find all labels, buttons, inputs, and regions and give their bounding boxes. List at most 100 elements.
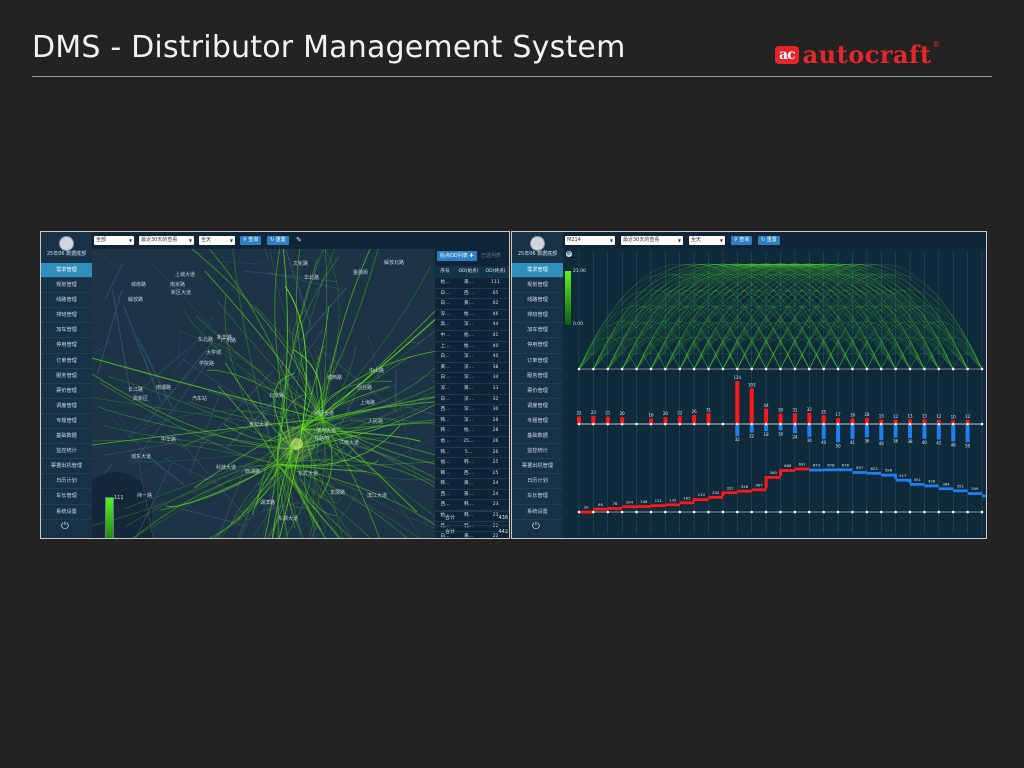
- sidebar-item[interactable]: 日历计划: [512, 474, 563, 490]
- table-row[interactable]: 深... 黄... 33: [435, 384, 509, 395]
- sidebar-item[interactable]: 停用管理: [41, 338, 92, 354]
- sidebar-item[interactable]: 票据出机管理: [512, 459, 563, 475]
- table-row[interactable]: 高... 深... 44: [435, 320, 509, 331]
- map-street-label: 东方大道: [298, 471, 319, 477]
- col-destination[interactable]: OD(终点): [482, 266, 509, 278]
- period-select[interactable]: 最近30天的查看 ▼: [139, 236, 194, 245]
- sidebar-item[interactable]: 加车管理: [41, 323, 92, 339]
- query-button[interactable]: ⚲ 查询: [240, 236, 262, 245]
- edit-icon[interactable]: ✎: [296, 235, 302, 245]
- table-row[interactable]: 福... 韩... 25: [435, 458, 509, 469]
- sidebar-item[interactable]: 订单管理: [41, 354, 92, 369]
- route-select[interactable]: M214 ▼: [565, 236, 615, 245]
- area-select[interactable]: 全部 ▼: [94, 236, 134, 245]
- map-street-label: 科技大道: [216, 465, 237, 471]
- table-cell: 白...: [440, 375, 450, 381]
- period-select[interactable]: 最近30天的查看 ▼: [621, 236, 683, 245]
- sidebar-item[interactable]: 订单管理: [512, 354, 563, 369]
- col-origin[interactable]: OD(始点): [455, 266, 482, 278]
- sidebar-item[interactable]: 监控统计: [41, 444, 92, 460]
- sidebar-item[interactable]: 票价管理: [512, 384, 563, 399]
- stop-dot: [678, 367, 682, 371]
- table-row[interactable]: 白... 深... 40: [435, 352, 509, 363]
- table-row[interactable]: 西... 韩... 23: [435, 500, 509, 512]
- table-row[interactable]: 韩... 西... 25: [435, 469, 509, 480]
- selected-list-link[interactable]: 已选列表: [481, 251, 501, 261]
- day-type-value: 全天: [691, 237, 702, 243]
- table-row[interactable]: 黄... 深... 38: [435, 363, 509, 374]
- table-row[interactable]: 白... 西... 65: [435, 289, 509, 300]
- sidebar-item[interactable]: 线路管理: [512, 293, 563, 309]
- load-segment: [794, 467, 810, 471]
- sidebar-item[interactable]: 规划管理: [512, 278, 563, 294]
- sidebar-item[interactable]: 专题管理: [512, 414, 563, 430]
- reset-button[interactable]: ↻ 重置: [267, 236, 289, 245]
- table-row[interactable]: 始... 黄... 111: [435, 278, 509, 289]
- sidebar-item[interactable]: 加车管理: [512, 323, 563, 339]
- sidebar-item[interactable]: 需求管理: [41, 263, 92, 279]
- stop-dot: [966, 367, 969, 371]
- power-icon[interactable]: ⏻: [59, 521, 71, 533]
- sidebar-item[interactable]: 服务管理: [512, 369, 563, 384]
- table-row[interactable]: 西... 深... 30: [435, 405, 509, 416]
- power-icon[interactable]: ⏻: [530, 521, 542, 533]
- col-index[interactable]: 序号: [435, 266, 455, 278]
- sidebar-item[interactable]: 基础数据: [41, 429, 92, 445]
- sidebar-item[interactable]: 基础数据: [512, 429, 563, 445]
- reset-button[interactable]: ↻ 重置: [758, 236, 780, 245]
- stop-dot: [836, 422, 840, 426]
- table-cell: 黄...: [464, 385, 473, 391]
- sidebar-item[interactable]: 停用管理: [512, 338, 563, 354]
- load-label: 623: [870, 466, 878, 471]
- table-row[interactable]: 白... 深... 32: [435, 395, 509, 406]
- table-row[interactable]: 西... 黄... 24: [435, 490, 509, 501]
- table-row[interactable]: 中... 始... 41: [435, 331, 509, 342]
- table-row[interactable]: 韩... 5... 26: [435, 448, 509, 459]
- stop-dot: [879, 422, 883, 426]
- avatar[interactable]: [530, 236, 545, 251]
- table-row[interactable]: 白... 黄... 62: [435, 299, 509, 310]
- sidebar-item[interactable]: 调度管理: [41, 399, 92, 414]
- od-list-tab[interactable]: 始点OD列表 ✚: [437, 251, 477, 261]
- table-cell: 高...: [440, 322, 450, 328]
- table-row[interactable]: 白... 深... 34: [435, 373, 509, 384]
- table-row[interactable]: 深... 始... 46: [435, 310, 509, 321]
- table-cell: 38: [492, 364, 499, 370]
- stop-dot: [707, 510, 710, 514]
- boarding-label: 23: [591, 410, 597, 415]
- sidebar-item[interactable]: 规划管理: [41, 278, 92, 294]
- query-button[interactable]: ⚲ 查询: [731, 236, 753, 245]
- sidebar-item[interactable]: 票价管理: [41, 384, 92, 399]
- sidebar-item[interactable]: 排班管理: [41, 308, 92, 324]
- sidebar-item[interactable]: 调度管理: [512, 399, 563, 414]
- table-row[interactable]: 上... 始... 40: [435, 342, 509, 353]
- sidebar-item[interactable]: 监控统计: [512, 444, 563, 460]
- table-row[interactable]: 始... 25... 26: [435, 437, 509, 448]
- table-row[interactable]: 韩... 始... 28: [435, 426, 509, 437]
- sidebar-item[interactable]: 系统设置: [41, 505, 92, 520]
- stop-dot: [692, 510, 696, 514]
- sidebar-item[interactable]: 系统设置: [512, 505, 563, 520]
- map-street-label: 东北路: [198, 337, 214, 343]
- sidebar-item[interactable]: 车长管理: [41, 489, 92, 505]
- boarding-label: 25: [821, 409, 827, 414]
- avatar[interactable]: [59, 236, 74, 251]
- sidebar-item[interactable]: 车长管理: [512, 489, 563, 505]
- sidebar-item[interactable]: 票据出机管理: [41, 459, 92, 475]
- sidebar-item[interactable]: 排班管理: [512, 308, 563, 324]
- sidebar-item[interactable]: 线路管理: [41, 293, 92, 309]
- reset-label: 重置: [275, 237, 286, 243]
- map-street-label: 城西路: [327, 375, 343, 381]
- day-type-select[interactable]: 全天 ▼: [689, 236, 725, 245]
- sidebar-item[interactable]: 需求管理: [512, 263, 563, 279]
- table-cell: 深...: [464, 364, 473, 370]
- od-flow-map[interactable]: 城区大道 上海路 纬一路 上城大道 广州路 发展路 城东大道 华北路 东北路 东城大道 解放路 长江路…: [92, 249, 435, 538]
- sidebar-item[interactable]: 专题管理: [41, 414, 92, 430]
- total-label: 合计: [445, 529, 456, 535]
- table-row[interactable]: 韩... 黄... 24: [435, 479, 509, 490]
- sidebar-item[interactable]: 日历计划: [41, 474, 92, 490]
- sidebar-item[interactable]: 服务管理: [41, 369, 92, 384]
- table-row[interactable]: 韩... 深... 28: [435, 416, 509, 427]
- day-type-select[interactable]: 全天 ▼: [199, 236, 235, 245]
- route-flow-chart[interactable]: ⚙ 21.00 0.00 22 23 21 20 16 20 22 26 31 124 103 44 3…: [563, 249, 986, 538]
